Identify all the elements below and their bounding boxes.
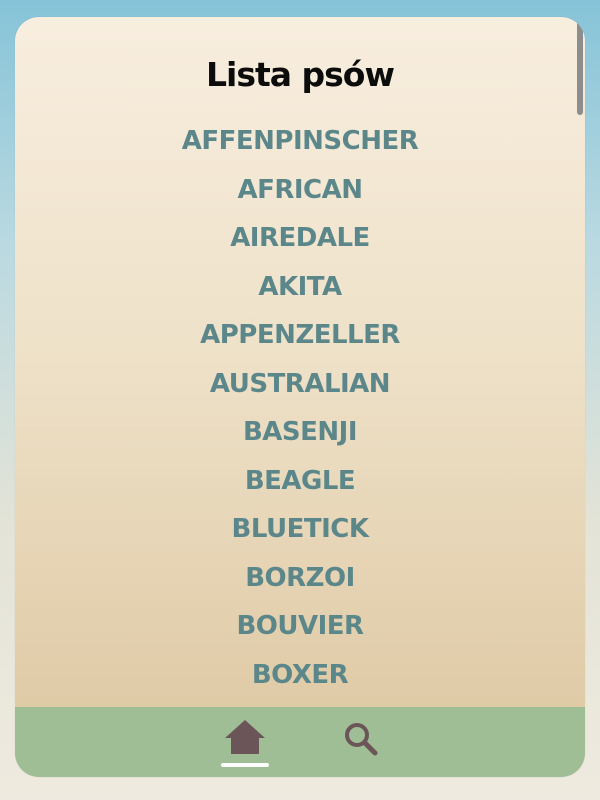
search-icon [345,723,378,756]
breed-list-item[interactable]: BASENJI [15,408,585,457]
active-tab-indicator [221,763,269,767]
breed-list-item[interactable]: BOUVIER [15,602,585,651]
breed-list-item[interactable]: BORZOI [15,554,585,603]
bottom-navigation-bar [15,707,585,777]
breed-list: AFFENPINSCHER AFRICAN AIREDALE AKITA APP… [15,117,585,699]
app-card: Lista psów AFFENPINSCHER AFRICAN AIREDAL… [15,17,585,777]
home-icon [225,720,265,754]
breed-list-screen: Lista psów AFFENPINSCHER AFRICAN AIREDAL… [15,17,585,707]
scrollbar[interactable] [577,17,585,707]
breed-list-item[interactable]: AKITA [15,263,585,312]
scrollbar-thumb[interactable] [577,17,583,115]
breed-list-item[interactable]: BOXER [15,651,585,700]
breed-list-item[interactable]: APPENZELLER [15,311,585,360]
breed-list-item[interactable]: BLUETICK [15,505,585,554]
breed-list-item[interactable]: AFRICAN [15,166,585,215]
breed-list-item[interactable]: AFFENPINSCHER [15,117,585,166]
breed-list-item[interactable]: AUSTRALIAN [15,360,585,409]
breed-list-item[interactable]: AIREDALE [15,214,585,263]
nav-search-button[interactable] [341,719,381,759]
nav-home-button[interactable] [221,715,269,769]
breed-list-item[interactable]: BEAGLE [15,457,585,506]
page-title: Lista psów [206,55,395,94]
